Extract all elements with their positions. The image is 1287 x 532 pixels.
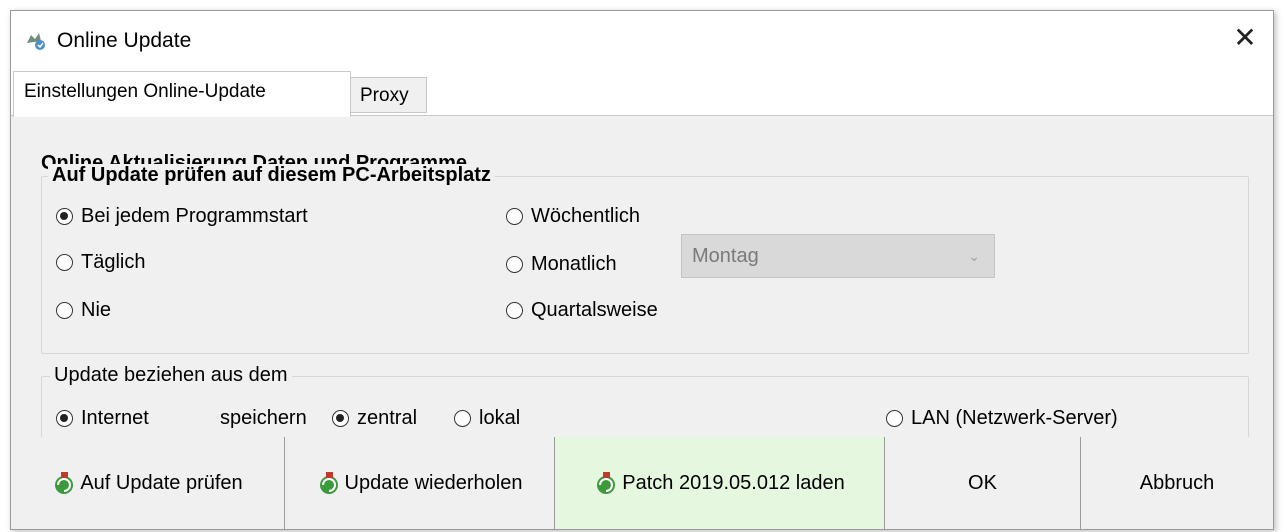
radio-indicator	[56, 302, 73, 319]
radio-indicator	[56, 410, 73, 427]
radio-taeglich[interactable]: Täglich	[56, 251, 145, 274]
radio-indicator	[332, 410, 349, 427]
online-update-dialog: Online Update ✕ Einstellungen Online-Upd…	[10, 10, 1274, 530]
radio-label: Täglich	[81, 251, 146, 273]
radio-indicator	[506, 302, 523, 319]
radio-woechentlich[interactable]: Wöchentlich	[506, 205, 640, 228]
radio-indicator	[56, 208, 73, 225]
radio-label: LAN (Netzwerk-Server)	[911, 407, 1118, 429]
app-update-icon	[25, 31, 47, 51]
settings-panel: Online Aktualisierung Daten und Programm…	[11, 115, 1273, 462]
load-patch-label: Patch 2019.05.012 laden	[622, 471, 845, 494]
repeat-update-button[interactable]: Update wiederholen	[285, 437, 555, 529]
close-icon[interactable]: ✕	[1227, 23, 1263, 55]
radio-indicator	[886, 410, 903, 427]
tab-proxy[interactable]: Proxy	[349, 77, 427, 113]
check-frequency-group: Auf Update prüfen auf diesem PC-Arbeitsp…	[41, 164, 1249, 354]
check-update-button[interactable]: Auf Update prüfen	[11, 437, 285, 529]
radio-zentral[interactable]: zentral	[332, 407, 417, 430]
radio-monatlich[interactable]: Monatlich	[506, 253, 617, 276]
save-location-label: speichern	[220, 407, 307, 429]
ok-button[interactable]: OK	[885, 437, 1081, 529]
repeat-update-label: Update wiederholen	[344, 471, 523, 494]
radio-quartalsweise[interactable]: Quartalsweise	[506, 299, 658, 322]
button-bar: Auf Update prüfen Update wiederholen Pat…	[11, 437, 1273, 529]
radio-indicator	[506, 256, 523, 273]
chevron-down-icon: ⌄	[968, 248, 980, 264]
radio-lan[interactable]: LAN (Netzwerk-Server)	[886, 407, 1118, 430]
radio-label: Wöchentlich	[531, 205, 640, 227]
radio-indicator	[506, 208, 523, 225]
radio-bei-jedem-programmstart[interactable]: Bei jedem Programmstart	[56, 205, 308, 228]
update-repeat-icon	[317, 470, 343, 496]
window-title: Online Update	[57, 29, 192, 52]
cancel-button[interactable]: Abbruch	[1081, 437, 1273, 529]
radio-label: Bei jedem Programmstart	[81, 205, 308, 227]
title-bar: Online Update ✕	[11, 11, 1273, 67]
radio-label: lokal	[479, 407, 521, 429]
weekday-select[interactable]: Montag ⌄	[681, 234, 995, 278]
tab-einstellungen[interactable]: Einstellungen Online-Update	[13, 71, 351, 117]
radio-nie[interactable]: Nie	[56, 299, 111, 322]
update-check-icon	[52, 470, 78, 496]
update-source-legend: Update beziehen aus dem	[50, 364, 292, 387]
radio-label: Monatlich	[531, 253, 617, 275]
radio-internet[interactable]: Internet	[56, 407, 149, 430]
radio-label: Quartalsweise	[531, 299, 658, 321]
radio-lokal[interactable]: lokal	[454, 407, 520, 430]
load-patch-button[interactable]: Patch 2019.05.012 laden	[555, 437, 885, 529]
radio-indicator	[454, 410, 471, 427]
check-frequency-legend: Auf Update prüfen auf diesem PC-Arbeitsp…	[48, 164, 495, 187]
radio-indicator	[56, 254, 73, 271]
check-update-label: Auf Update prüfen	[80, 471, 243, 494]
radio-label: zentral	[357, 407, 418, 429]
radio-label: Nie	[81, 299, 112, 321]
radio-label: Internet	[81, 407, 149, 429]
weekday-select-value: Montag	[692, 245, 759, 267]
tab-strip: Einstellungen Online-Update Proxy	[11, 71, 1273, 117]
patch-download-icon	[594, 470, 620, 496]
